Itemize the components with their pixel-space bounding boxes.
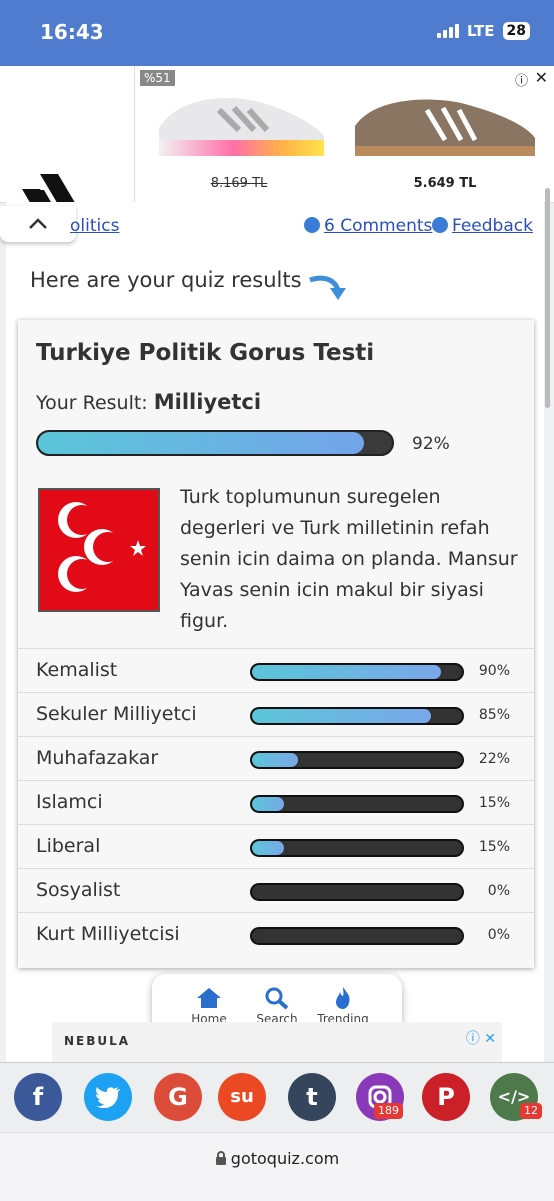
score-bar-fill — [252, 753, 299, 767]
score-label: Sosyalist — [36, 879, 121, 901]
ad-brand: NEBULA — [64, 1034, 131, 1048]
score-bar — [250, 795, 464, 813]
product-2-price: 5.649 TL — [413, 176, 477, 191]
score-row: Kemalist 90% — [18, 648, 534, 693]
stumbleupon-share-button[interactable]: su — [218, 1073, 266, 1121]
result-label: Your Result: — [36, 392, 148, 414]
score-bar-fill — [252, 841, 284, 855]
result-progress-fill — [38, 432, 364, 454]
score-percent: 85% — [478, 707, 510, 723]
comments-link[interactable]: 6 Comments — [304, 216, 432, 236]
status-bar: 16:43 LTE 28 — [0, 0, 554, 66]
status-icons: LTE 28 — [436, 22, 530, 40]
result-percent: 92% — [412, 434, 450, 454]
tumblr-share-button[interactable]: t — [288, 1073, 336, 1121]
feedback-label: Feedback — [452, 216, 533, 236]
curved-arrow-icon — [309, 275, 346, 300]
breadcrumb-link[interactable]: olitics — [70, 216, 119, 236]
score-bar-fill — [252, 797, 284, 811]
mhp-flag-image — [38, 488, 160, 612]
ad-close-icon[interactable]: ✕ — [535, 68, 548, 87]
result-line: Your Result: Milliyetci — [36, 390, 261, 414]
score-row: Kurt Milliyetcisi 0% — [18, 912, 534, 957]
discount-badge: %51 — [140, 70, 175, 86]
scrollbar[interactable] — [545, 188, 550, 408]
nav-home[interactable]: Home — [174, 986, 244, 1026]
score-bar — [250, 663, 464, 681]
embed-count-badge: 12 — [520, 1103, 542, 1119]
share-bar: f G su t 189 P </> 12 — [0, 1062, 554, 1133]
score-percent: 90% — [478, 663, 510, 679]
url-label: gotoquiz.com — [230, 1149, 340, 1168]
pencil-icon — [432, 217, 448, 233]
nebula-ad[interactable]: NEBULA ⓘ ✕ — [52, 1022, 502, 1062]
score-label: Muhafazakar — [36, 747, 159, 769]
intro-text: Here are your quiz results — [30, 268, 302, 292]
product-1-price: 8.169 TL — [210, 176, 268, 191]
twitter-icon — [96, 1087, 120, 1109]
result-value: Milliyetci — [153, 390, 262, 414]
quiz-title: Turkiye Politik Gorus Testi — [36, 340, 375, 366]
feedback-link[interactable]: Feedback — [432, 216, 533, 236]
flame-icon — [336, 987, 350, 1009]
score-percent: 0% — [487, 883, 510, 899]
clock: 16:43 — [40, 20, 104, 44]
collapse-ad-button[interactable] — [0, 206, 76, 242]
chevron-up-icon — [29, 218, 47, 229]
score-row: Muhafazakar 22% — [18, 736, 534, 781]
battery-icon: 28 — [502, 22, 530, 40]
score-bar — [250, 839, 464, 857]
ad-product-1[interactable]: %51 8.169 TL — [136, 66, 342, 202]
search-icon — [265, 987, 289, 1010]
score-bar-fill — [252, 709, 431, 723]
google-share-button[interactable]: G — [154, 1073, 202, 1121]
score-label: Liberal — [36, 835, 101, 857]
score-row: Liberal 15% — [18, 824, 534, 869]
pinterest-share-button[interactable]: P — [422, 1073, 470, 1121]
comment-icon — [304, 217, 320, 233]
home-icon — [197, 988, 221, 1008]
score-row: Sekuler Milliyetci 85% — [18, 692, 534, 737]
ad-banner[interactable]: %51 8.169 TL 5.649 TL ⓘ ✕ — [0, 66, 554, 228]
instagram-count-badge: 189 — [374, 1103, 403, 1119]
browser-url-bar[interactable]: gotoquiz.com — [0, 1132, 554, 1201]
score-row: Islamci 15% — [18, 780, 534, 825]
result-description: Turk toplumunun suregelen degerleri ve T… — [180, 486, 518, 632]
score-bar — [250, 707, 464, 725]
signal-icon — [436, 24, 459, 38]
score-label: Islamci — [36, 791, 103, 813]
score-percent: 15% — [478, 795, 510, 811]
adidas-logo[interactable] — [0, 66, 135, 228]
nav-trending[interactable]: Trending — [308, 986, 378, 1026]
comments-label: 6 Comments — [324, 216, 433, 236]
score-bar — [250, 883, 464, 901]
network-label: LTE — [466, 22, 495, 40]
score-bar — [250, 927, 464, 945]
ad-info-close-icon[interactable]: ⓘ ✕ — [466, 1028, 496, 1048]
score-row: Sosyalist 0% — [18, 868, 534, 913]
result-progress-bar — [36, 430, 394, 456]
ad-info-icon[interactable]: ⓘ — [515, 70, 528, 89]
lock-icon — [215, 1151, 226, 1165]
score-percent: 0% — [487, 927, 510, 943]
score-label: Kurt Milliyetcisi — [36, 923, 180, 945]
score-label: Sekuler Milliyetci — [36, 703, 197, 725]
score-bar-fill — [252, 665, 441, 679]
score-percent: 22% — [478, 751, 510, 767]
score-bar — [250, 751, 464, 769]
quiz-result-card: Turkiye Politik Gorus Testi Your Result:… — [18, 320, 534, 968]
nav-search[interactable]: Search — [242, 986, 312, 1026]
twitter-share-button[interactable] — [84, 1073, 132, 1121]
url-text[interactable]: gotoquiz.com — [215, 1149, 339, 1168]
score-percent: 15% — [478, 839, 510, 855]
facebook-share-button[interactable]: f — [14, 1073, 62, 1121]
score-label: Kemalist — [36, 659, 118, 681]
